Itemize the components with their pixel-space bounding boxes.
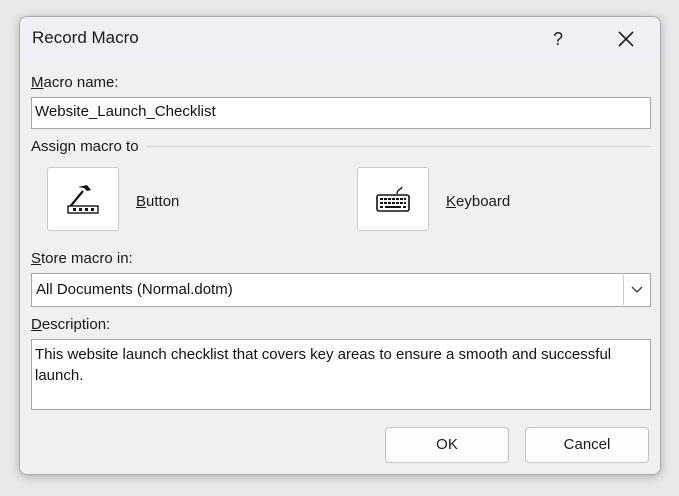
cancel-button[interactable]: Cancel [525,427,649,463]
toolbar-button-icon [67,185,99,214]
assign-button-button[interactable] [47,167,119,231]
macro-name-label: Macro name: [31,74,119,91]
title-bar: Record Macro ? [20,17,660,61]
button-option-label[interactable]: Button [136,193,179,210]
description-label: Description: [31,316,111,333]
close-button[interactable] [610,23,642,55]
assign-macro-label: Assign macro to [31,138,139,155]
ok-button[interactable]: OK [385,427,509,463]
store-macro-dropdown-button[interactable] [623,275,649,305]
assign-keyboard-button[interactable] [357,167,429,231]
description-textarea[interactable]: This website launch checklist that cover… [31,339,651,410]
store-macro-label: Store macro in: [31,250,133,267]
store-macro-select[interactable]: All Documents (Normal.dotm) [31,273,651,307]
dialog-title: Record Macro [32,28,139,47]
record-macro-dialog: Record Macro ? Macro name: Website_Launc… [19,16,661,475]
chevron-down-icon [631,286,643,293]
help-button[interactable]: ? [542,23,574,55]
close-icon [618,31,634,47]
keyboard-option-label[interactable]: Keyboard [446,193,510,210]
group-divider [147,146,651,147]
macro-name-input[interactable]: Website_Launch_Checklist [31,97,651,129]
keyboard-icon [376,186,410,212]
